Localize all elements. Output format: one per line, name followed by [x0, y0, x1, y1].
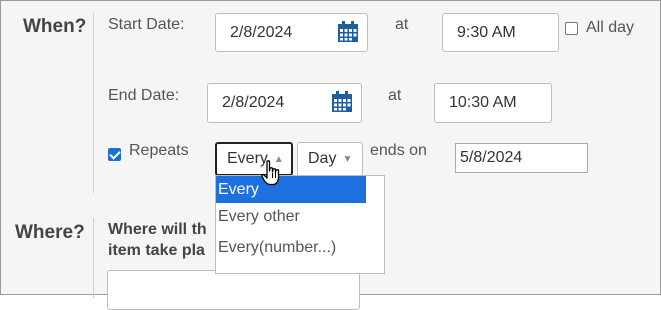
start-date-value: 2/8/2024: [230, 23, 293, 41]
where-question-line: Where will th: [108, 221, 207, 238]
ends-on-value: 5/8/2024: [460, 149, 523, 166]
end-date-value: 2/8/2024: [222, 94, 285, 111]
hand-cursor-icon: [261, 160, 280, 186]
frequency-option[interactable]: Every(number...): [216, 234, 384, 265]
start-date-label: Start Date:: [108, 16, 185, 33]
frequency-option[interactable]: Every: [216, 176, 366, 203]
repeats-label: Repeats: [129, 142, 189, 159]
all-day-label: All day: [586, 19, 635, 36]
end-time-value: 10:30 AM: [449, 94, 517, 111]
where-question: Where will th item take pla: [108, 219, 207, 261]
when-label: When?: [23, 16, 87, 37]
end-at-label: at: [388, 87, 402, 104]
start-date-input[interactable]: 2/8/2024: [215, 13, 368, 52]
calendar-icon[interactable]: [337, 21, 359, 43]
start-at-label: at: [395, 16, 409, 33]
where-question-line: item take pla: [108, 242, 205, 259]
unit-value: Day: [308, 150, 337, 167]
unit-select[interactable]: Day ▼: [297, 142, 363, 176]
ends-on-label: ends on: [370, 142, 427, 159]
section-divider: [93, 12, 94, 193]
start-time-value: 9:30 AM: [457, 23, 516, 41]
where-label: Where?: [15, 222, 85, 243]
repeats-checkbox[interactable]: [108, 148, 121, 161]
end-time-input[interactable]: 10:30 AM: [434, 83, 552, 123]
caret-down-icon: ▼: [342, 153, 353, 165]
end-date-input[interactable]: 2/8/2024: [207, 83, 362, 123]
calendar-icon[interactable]: [331, 91, 353, 113]
frequency-dropdown: Every Every other Every(number...): [215, 175, 385, 274]
end-date-label: End Date:: [108, 87, 180, 104]
section-divider: [93, 218, 94, 298]
start-time-input[interactable]: 9:30 AM: [442, 13, 559, 52]
location-input[interactable]: [107, 270, 360, 310]
ends-on-input[interactable]: 5/8/2024: [455, 143, 588, 173]
all-day-checkbox[interactable]: [565, 22, 578, 35]
frequency-option[interactable]: Every other: [216, 203, 384, 234]
